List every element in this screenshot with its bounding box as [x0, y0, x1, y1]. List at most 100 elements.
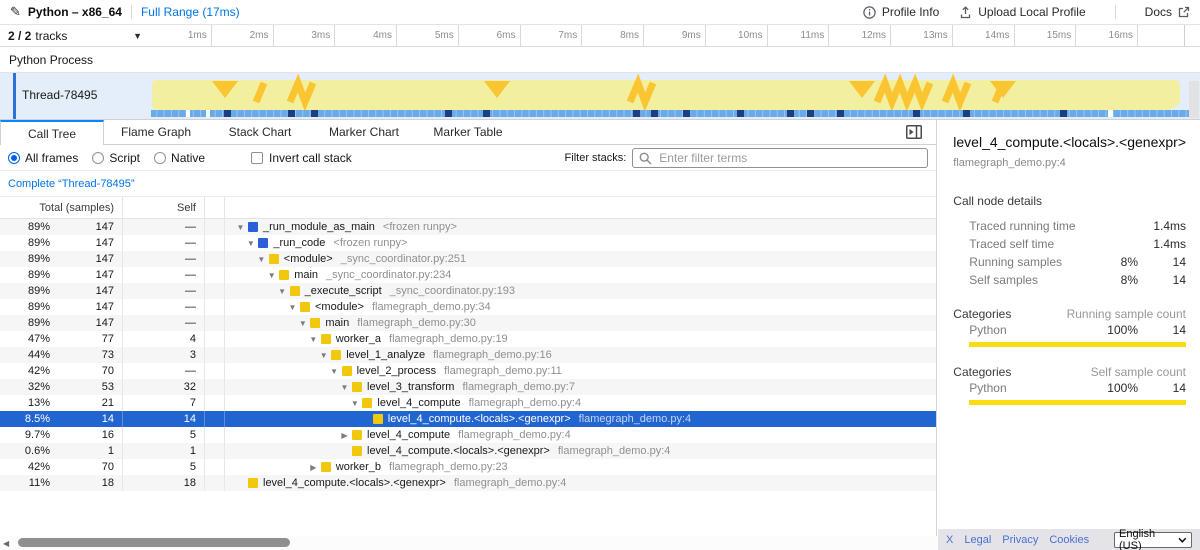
table-row[interactable]: 89%147—▼main_sync_coordinator.py:234 — [0, 267, 936, 283]
cookies-link[interactable]: Cookies — [1049, 534, 1089, 546]
tab-marker-chart[interactable]: Marker Chart — [312, 120, 416, 144]
breadcrumb[interactable]: Complete “Thread-78495” — [8, 178, 135, 190]
thread-track[interactable]: Thread-78495 — [0, 73, 1200, 120]
row-gap-column — [205, 395, 225, 411]
function-name: <module> — [315, 301, 364, 313]
horizontal-scrollbar-thumb[interactable] — [18, 538, 290, 547]
total-samples: 16 — [50, 427, 123, 443]
function-location: flamegraph_demo.py:4 — [558, 445, 671, 457]
table-row[interactable]: 13%217▼level_4_computeflamegraph_demo.py… — [0, 395, 936, 411]
header-actions: Profile Info Upload Local Profile Docs — [863, 5, 1190, 19]
twisty-expanded-icon[interactable]: ▼ — [277, 287, 288, 296]
firefox-profiler-app: ✎ Python – x86_64 Full Range (17ms) Prof… — [0, 0, 1200, 550]
tracks-dropdown-icon[interactable]: ▼ — [133, 31, 142, 41]
table-row[interactable]: 89%147—▼_run_module_as_main<frozen runpy… — [0, 219, 936, 235]
filter-area: Filter stacks: — [565, 148, 929, 168]
table-row[interactable]: 11%1818▼level_4_compute.<locals>.<genexp… — [0, 475, 936, 491]
table-row[interactable]: 0.6%11▼level_4_compute.<locals>.<genexpr… — [0, 443, 936, 459]
language-select[interactable]: English (US) — [1114, 532, 1192, 548]
process-label: Python Process — [9, 53, 93, 67]
table-row[interactable]: 42%70—▼level_2_processflamegraph_demo.py… — [0, 363, 936, 379]
total-percent: 9.7% — [0, 429, 50, 441]
privacy-link[interactable]: Privacy — [1002, 534, 1038, 546]
twisty-expanded-icon[interactable]: ▼ — [308, 335, 319, 344]
category-square — [258, 238, 268, 248]
function-location: _sync_coordinator.py:193 — [390, 285, 515, 297]
tab-call-tree[interactable]: Call Tree — [0, 120, 104, 145]
ruler-tick: 7ms — [521, 25, 583, 46]
invert-call-stack-checkbox[interactable] — [251, 152, 263, 164]
detail-row: Traced self time1.4ms — [953, 235, 1186, 253]
tab-stack-chart[interactable]: Stack Chart — [208, 120, 312, 144]
horizontal-scrollbar[interactable]: ◀ — [0, 536, 955, 550]
twisty-collapsed-icon[interactable]: ▶ — [339, 431, 350, 440]
table-row[interactable]: 9.7%165▶level_4_computeflamegraph_demo.p… — [0, 427, 936, 443]
categories-title: Categories — [953, 365, 1090, 379]
function-name: worker_a — [336, 333, 381, 345]
external-link-icon — [1178, 6, 1190, 18]
category-row: Python100%14 — [953, 321, 1186, 339]
detail-percent: 8% — [1096, 273, 1138, 287]
twisty-expanded-icon[interactable]: ▼ — [235, 223, 246, 232]
self-samples: 14 — [123, 411, 205, 427]
profile-info-button[interactable]: Profile Info — [863, 5, 939, 19]
radio-all-frames[interactable]: All frames — [8, 151, 78, 165]
call-tree-panel: Call TreeFlame GraphStack ChartMarker Ch… — [0, 120, 936, 550]
track-activity-graph[interactable] — [150, 73, 1190, 119]
profile-name[interactable]: Python – x86_64 — [28, 5, 122, 19]
twisty-expanded-icon[interactable]: ▼ — [245, 239, 256, 248]
twisty-expanded-icon[interactable]: ▼ — [339, 383, 350, 392]
table-row[interactable]: 42%705▶worker_bflamegraph_demo.py:23 — [0, 459, 936, 475]
legal-link[interactable]: Legal — [964, 534, 991, 546]
total-samples: 147 — [50, 235, 123, 251]
twisty-expanded-icon[interactable]: ▼ — [266, 271, 277, 280]
detail-value: 14 — [1138, 273, 1186, 287]
tracks-summary[interactable]: 2 / 2 tracks ▼ — [0, 25, 150, 46]
category-square — [321, 334, 331, 344]
category-square — [248, 478, 258, 488]
full-range-link[interactable]: Full Range (17ms) — [141, 5, 240, 19]
table-row[interactable]: 44%733▼level_1_analyzeflamegraph_demo.py… — [0, 347, 936, 363]
call-tree-column-headers: Total (samples) Self — [0, 197, 936, 219]
docs-button[interactable]: Docs — [1145, 5, 1190, 19]
function-name: <module> — [284, 253, 333, 265]
table-row[interactable]: 89%147—▼_execute_script_sync_coordinator… — [0, 283, 936, 299]
category-square — [300, 302, 310, 312]
scroll-left-icon[interactable]: ◀ — [3, 539, 9, 548]
twisty-expanded-icon[interactable]: ▼ — [297, 319, 308, 328]
table-row[interactable]: 89%147—▼<module>flamegraph_demo.py:34 — [0, 299, 936, 315]
table-row[interactable]: 89%147—▼_run_code<frozen runpy> — [0, 235, 936, 251]
table-row[interactable]: 47%774▼worker_aflamegraph_demo.py:19 — [0, 331, 936, 347]
table-row[interactable]: 89%147—▼mainflamegraph_demo.py:30 — [0, 315, 936, 331]
row-gap-column — [205, 475, 225, 491]
tab-marker-table[interactable]: Marker Table — [416, 120, 520, 144]
sidebar-function-location: flamegraph_demo.py:4 — [953, 157, 1186, 169]
twisty-collapsed-icon[interactable]: ▶ — [308, 463, 319, 472]
edit-pencil-icon[interactable]: ✎ — [10, 4, 21, 20]
table-row[interactable]: 32%5332▼level_3_transformflamegraph_demo… — [0, 379, 936, 395]
upload-profile-button[interactable]: Upload Local Profile — [959, 5, 1085, 19]
radio-native[interactable]: Native — [154, 151, 205, 165]
filter-stacks-input[interactable] — [632, 148, 928, 168]
table-row[interactable]: 89%147—▼<module>_sync_coordinator.py:251 — [0, 251, 936, 267]
ruler-tick: 8ms — [582, 25, 644, 46]
tab-flame-graph[interactable]: Flame Graph — [104, 120, 208, 144]
close-link[interactable]: X — [946, 534, 953, 546]
radio-script[interactable]: Script — [92, 151, 140, 165]
sidebar-toggle-button[interactable] — [906, 125, 922, 144]
column-header-self[interactable]: Self — [123, 197, 205, 218]
total-samples: 1 — [50, 443, 123, 459]
twisty-expanded-icon[interactable]: ▼ — [349, 399, 360, 408]
twisty-expanded-icon[interactable]: ▼ — [287, 303, 298, 312]
twisty-expanded-icon[interactable]: ▼ — [318, 351, 329, 360]
twisty-expanded-icon[interactable]: ▼ — [329, 367, 340, 376]
twisty-expanded-icon[interactable]: ▼ — [256, 255, 267, 264]
total-percent: 0.6% — [0, 445, 50, 457]
self-samples: 32 — [123, 379, 205, 395]
function-cell: ▼level_4_compute.<locals>.<genexpr>flame… — [225, 445, 936, 457]
process-track-header[interactable]: Python Process — [0, 47, 1200, 73]
column-header-total[interactable]: Total (samples) — [0, 197, 123, 218]
ruler-tick: 15ms — [1015, 25, 1077, 46]
table-row[interactable]: 8.5%1414▼level_4_compute.<locals>.<genex… — [0, 411, 936, 427]
samples-strip — [151, 110, 1189, 117]
